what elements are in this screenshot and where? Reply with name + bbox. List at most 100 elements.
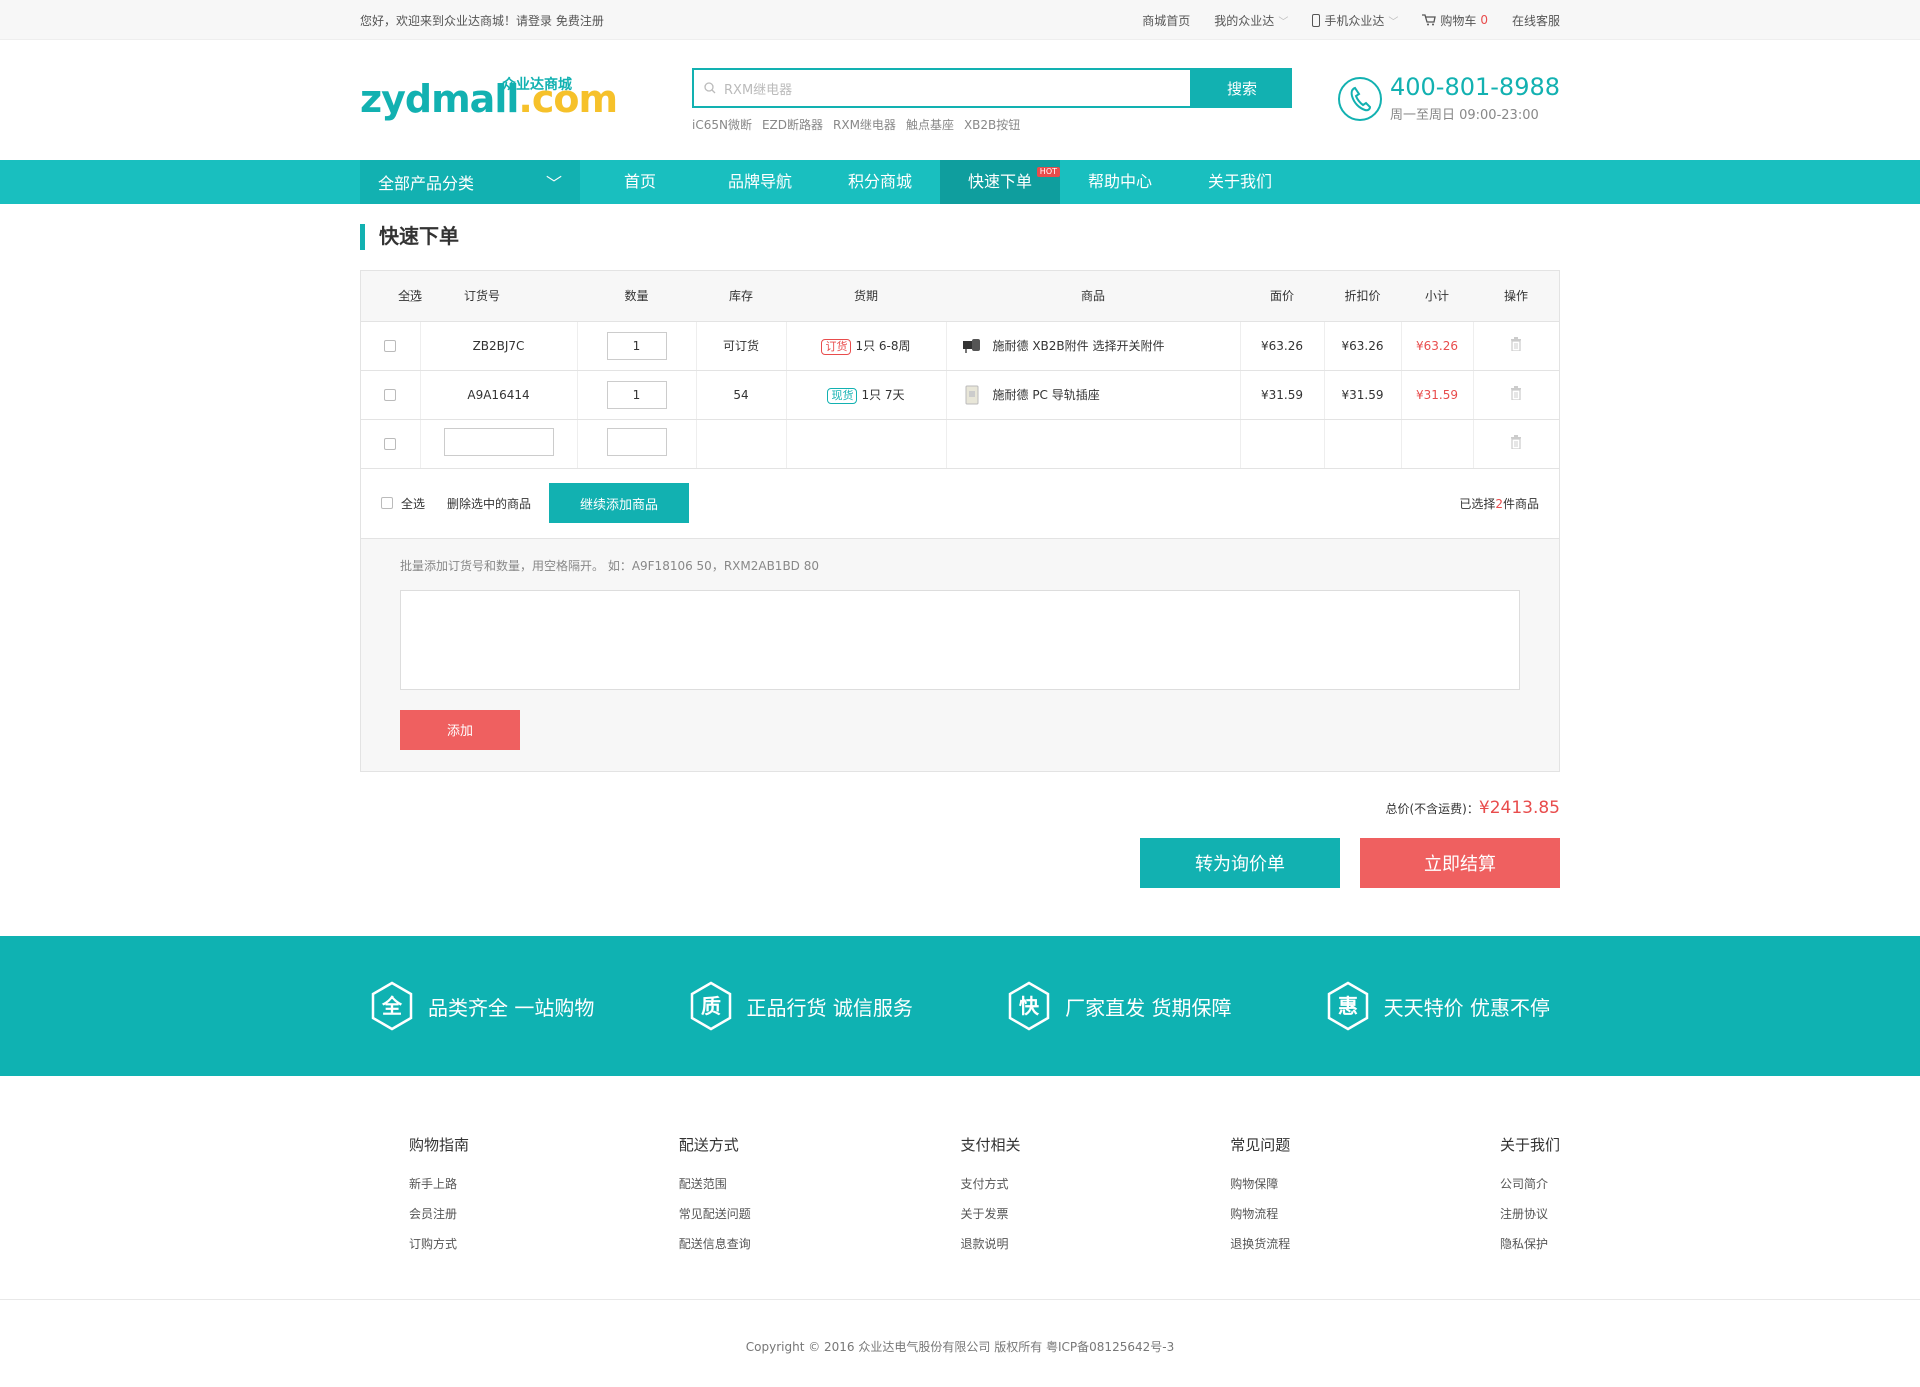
hexagon-icon: 全 — [371, 981, 413, 1031]
footer-column-title: 关于我们 — [1499, 1136, 1560, 1154]
footer-link[interactable]: 订购方式 — [409, 1229, 469, 1259]
nav-about[interactable]: 关于我们 — [1180, 160, 1300, 204]
instock-tag: 现货 — [827, 387, 858, 404]
footer-column-title: 购物指南 — [409, 1136, 470, 1154]
hot-keyword[interactable]: XB2B按钮 — [964, 116, 1020, 133]
col-lead: 货期 — [786, 271, 946, 322]
hot-keyword[interactable]: RXM继电器 — [833, 116, 896, 133]
header: zydmall.com 众业达商城 RXM继电器 搜索 iC65N微断 EZD断… — [0, 40, 1920, 160]
select-all-bottom[interactable]: 全选 — [381, 495, 425, 512]
delete-selected-link[interactable]: 删除选中的商品 — [447, 495, 531, 512]
batch-tip: 批量添加订货号和数量，用空格隔开。 如：A9F18106 50，RXM2AB1B… — [400, 558, 819, 573]
chevron-down-icon: ﹀ — [1278, 16, 1289, 28]
hot-keywords: iC65N微断 EZD断路器 RXM继电器 触点基座 XB2B按钮 — [692, 116, 1292, 133]
hot-keyword[interactable]: EZD断路器 — [762, 116, 823, 133]
batch-textarea[interactable] — [400, 589, 1520, 690]
footer-link[interactable]: 隐私保护 — [1500, 1229, 1560, 1259]
welcome-text[interactable]: 您好，欢迎来到众业达商城！请登录 免费注册 — [360, 12, 604, 29]
search-button[interactable]: 搜索 — [1192, 68, 1292, 108]
footer-link[interactable]: 支付方式 — [960, 1169, 1020, 1199]
footer-link[interactable]: 注册协议 — [1500, 1199, 1560, 1229]
nav-points-mall[interactable]: 积分商城 — [820, 160, 940, 204]
product-name[interactable]: 施耐德 XB2B附件 选择开关附件 — [993, 337, 1165, 354]
col-discount: 折扣价 — [1324, 271, 1401, 322]
selected-count-text: 已选择2件商品 — [1459, 496, 1539, 511]
chevron-down-icon: ﹀ — [1388, 16, 1399, 28]
batch-add-button[interactable]: 添加 — [400, 709, 520, 750]
checkout-buttons: 转为询价单 立即结算 — [360, 837, 1560, 888]
table-header-row: 全选 订货号 数量 库存 货期 商品 面价 折扣价 小计 操作 — [361, 271, 1559, 322]
footer-link[interactable]: 常见配送问题 — [679, 1199, 751, 1229]
col-price: 面价 — [1240, 271, 1324, 322]
footer-column: 配送方式 配送范围 常见配送问题 配送信息查询 — [679, 1134, 751, 1259]
copyright: Copyright © 2016 众业达电气股份有限公司 版权所有 粤ICP备0… — [745, 1340, 1175, 1354]
footer-link[interactable]: 退款说明 — [960, 1229, 1020, 1259]
discount-price: ¥63.26 — [1323, 321, 1401, 371]
nav-brands[interactable]: 品牌导航 — [700, 160, 820, 204]
quantity-input[interactable] — [606, 428, 667, 456]
footer-column-title: 配送方式 — [678, 1136, 739, 1154]
footer-link[interactable]: 公司简介 — [1500, 1169, 1560, 1199]
select-all-checkbox[interactable] — [381, 497, 393, 509]
inquiry-button[interactable]: 转为询价单 — [1140, 837, 1340, 888]
footer-link[interactable]: 购物保障 — [1230, 1169, 1290, 1199]
product-name[interactable]: 施耐德 PC 导轨插座 — [993, 386, 1100, 403]
svg-text:快: 快 — [1019, 994, 1040, 1018]
nav-help[interactable]: 帮助中心 — [1060, 160, 1180, 204]
nav-quick-order[interactable]: 快速下单 HOT — [940, 160, 1060, 204]
search-input[interactable]: RXM继电器 — [692, 68, 1192, 108]
table-row: ZB2BJ7C 1 可订货 订货 1只 6-8周 施耐德 XB2B附件 选择开关附… — [361, 321, 1559, 371]
lead-time: 订货 1只 6-8周 — [785, 321, 946, 371]
footer-link[interactable]: 关于发票 — [960, 1199, 1020, 1229]
row-checkbox[interactable] — [384, 438, 397, 450]
stock: 54 — [695, 370, 786, 420]
trash-icon[interactable] — [1510, 337, 1522, 351]
trash-icon[interactable] — [1510, 386, 1522, 400]
nav-home[interactable]: 首页 — [580, 160, 700, 204]
main-content: 快速下单 全选 订货号 数量 库存 货期 商品 面价 折扣价 小计 操作 ZB2… — [360, 224, 1560, 888]
footer: 购物指南 新手上路 会员注册 订购方式 配送方式 配送范围 常见配送问题 配送信… — [0, 1076, 1920, 1354]
link-cart[interactable]: 购物车 0 — [1410, 12, 1500, 29]
trash-icon[interactable] — [1510, 435, 1522, 449]
feature-item: 质 正品行货 诚信服务 — [689, 981, 913, 1031]
col-stock: 库存 — [696, 271, 786, 322]
footer-link[interactable]: 配送信息查询 — [679, 1229, 751, 1259]
search-placeholder: RXM继电器 — [724, 82, 793, 98]
link-online-service[interactable]: 在线客服 — [1500, 12, 1560, 29]
lead-time: 现货 1只 7天 — [785, 370, 946, 420]
link-my-account[interactable]: 我的众业达 ﹀ — [1202, 12, 1300, 29]
hot-keyword[interactable]: iC65N微断 — [692, 116, 752, 133]
order-code-input[interactable] — [443, 428, 554, 456]
phone-icon — [1337, 76, 1382, 121]
price: ¥63.26 — [1239, 321, 1324, 371]
link-mall-home[interactable]: 商城首页 — [1130, 12, 1202, 29]
continue-add-button[interactable]: 继续添加商品 — [549, 483, 690, 523]
row-checkbox[interactable] — [384, 340, 397, 352]
order-tag: 订货 — [821, 338, 852, 355]
checkout-button[interactable]: 立即结算 — [1360, 837, 1560, 888]
row-checkbox[interactable] — [384, 389, 397, 401]
quantity-input[interactable]: 1 — [606, 380, 667, 409]
hotline-hours: 周一至周日 09:00-23:00 — [1389, 108, 1539, 123]
product-image — [965, 385, 978, 404]
subtotal: ¥31.59 — [1400, 370, 1473, 420]
footer-column: 购物指南 新手上路 会员注册 订购方式 — [409, 1134, 469, 1259]
link-mobile[interactable]: 手机众业达 ﹀ — [1300, 12, 1410, 29]
footer-link[interactable]: 购物流程 — [1230, 1199, 1290, 1229]
logo[interactable]: zydmall.com 众业达商城 — [360, 74, 618, 124]
order-code: ZB2BJ7C — [419, 321, 577, 371]
cart-count: 0 — [1480, 13, 1488, 27]
footer-column-title: 支付相关 — [960, 1136, 1021, 1154]
table-row-empty — [361, 419, 1559, 469]
footer-column: 关于我们 公司简介 注册协议 隐私保护 — [1500, 1134, 1560, 1259]
footer-link[interactable]: 会员注册 — [409, 1199, 469, 1229]
all-categories-button[interactable]: 全部产品分类 ﹀ — [360, 160, 580, 204]
hexagon-icon: 快 — [1008, 981, 1050, 1031]
footer-link[interactable]: 配送范围 — [679, 1169, 751, 1199]
action-bar: 全选 删除选中的商品 继续添加商品 已选择2件商品 — [361, 469, 1559, 539]
footer-link[interactable]: 退换货流程 — [1230, 1229, 1290, 1259]
hot-keyword[interactable]: 触点基座 — [906, 116, 954, 133]
main-nav: 全部产品分类 ﹀ 首页 品牌导航 积分商城 快速下单 HOT 帮助中心 关于我们 — [0, 160, 1920, 204]
quantity-input[interactable]: 1 — [606, 331, 667, 360]
footer-link[interactable]: 新手上路 — [409, 1169, 469, 1199]
